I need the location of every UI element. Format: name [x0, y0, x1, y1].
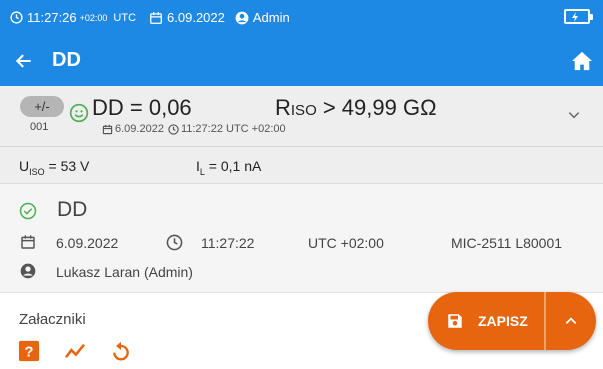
repeat-button[interactable]	[108, 338, 134, 364]
calendar-icon	[102, 124, 113, 134]
help-icon: ?	[18, 340, 40, 362]
current-param: IL = 0,1 nA	[196, 158, 261, 177]
status-date: 6.09.2022	[167, 10, 225, 25]
save-label: ZAPISZ	[478, 313, 528, 329]
battery-icon	[564, 9, 593, 24]
home-icon	[572, 51, 592, 71]
page-title: DD	[52, 49, 81, 71]
status-timezone-offset: +02:00	[79, 12, 108, 23]
clock-icon	[166, 234, 183, 251]
voltage-subscript: ISO	[29, 166, 45, 177]
status-time-group: 11:27:26 +02:00 UTC	[10, 10, 139, 25]
tolerance-badge: +/-	[20, 96, 64, 117]
svg-text:?: ?	[25, 345, 34, 361]
details-time: 11:27:22	[201, 235, 255, 251]
chart-button[interactable]	[62, 338, 88, 364]
voltage-symbol: U	[19, 158, 30, 174]
riso-prefix: R	[275, 95, 291, 120]
riso-value: > 49,99 GΩ	[316, 95, 437, 120]
summary-time: 11:27:22 UTC +02:00	[180, 123, 286, 135]
details-title: DD	[57, 198, 88, 221]
calendar-icon	[150, 11, 162, 24]
measurement-parameters: UISO = 53 V IL = 0,1 nA	[0, 147, 603, 184]
chevron-up-icon	[565, 317, 577, 324]
floppy-disk-icon	[448, 314, 462, 328]
expand-menu-button[interactable]	[546, 292, 596, 350]
measurement-index: 001	[30, 121, 49, 133]
summary-date: 6.09.2022	[115, 123, 164, 135]
current-value: = 0,1 nA	[204, 158, 262, 174]
details-meta-row: 6.09.2022 11:27:22 UTC +02:00 MIC-2511 L…	[0, 232, 603, 252]
check-circle-icon	[19, 202, 37, 220]
details-device: MIC-2511 L80001	[451, 235, 563, 251]
clock-icon	[168, 123, 179, 135]
status-user-group: Admin	[235, 10, 290, 25]
details-timezone: UTC +02:00	[308, 235, 384, 251]
status-bar: 11:27:26 +02:00 UTC 6.09.2022 Admin	[0, 0, 603, 35]
chevron-down-icon[interactable]	[567, 108, 581, 122]
status-time: 11:27:26	[27, 10, 77, 25]
details-user-row: Lukasz Laran (Admin)	[0, 261, 603, 281]
calendar-icon	[21, 235, 35, 249]
status-user: Admin	[252, 10, 290, 25]
measurement-details: DD 6.09.2022 11:27:22 UTC +02:00 MIC-251…	[0, 184, 603, 292]
user-icon	[235, 11, 249, 24]
riso-result: RISO > 49,99 GΩ	[275, 95, 437, 121]
attachments-label: Załaczniki	[19, 311, 86, 328]
riso-subscript: ISO	[290, 102, 317, 119]
save-fab: ZAPISZ	[428, 292, 596, 350]
status-date-group: 6.09.2022	[149, 10, 225, 25]
trend-icon	[64, 343, 85, 359]
voltage-param: UISO = 53 V	[19, 158, 89, 177]
details-user: Lukasz Laran (Admin)	[56, 264, 193, 280]
details-date: 6.09.2022	[56, 235, 119, 251]
user-icon	[20, 263, 36, 279]
clock-icon	[10, 11, 23, 24]
title-bar: DD	[0, 35, 603, 86]
summary-timestamp: 6.09.2022 11:27:22 UTC +02:00	[102, 123, 286, 135]
arrow-left-icon	[15, 53, 31, 68]
refresh-icon	[113, 341, 129, 361]
smiley-icon	[69, 103, 89, 123]
main-result: DD = 0,06	[92, 95, 192, 120]
save-button[interactable]: ZAPISZ	[428, 292, 544, 350]
home-button[interactable]	[569, 48, 595, 74]
voltage-value: = 53 V	[44, 158, 90, 174]
back-button[interactable]	[3, 35, 45, 86]
result-summary[interactable]: +/- 001 DD = 0,06 RISO > 49,99 GΩ 6.09.2…	[0, 86, 603, 147]
status-timezone-label: UTC	[113, 11, 137, 24]
help-button[interactable]: ?	[16, 338, 42, 364]
